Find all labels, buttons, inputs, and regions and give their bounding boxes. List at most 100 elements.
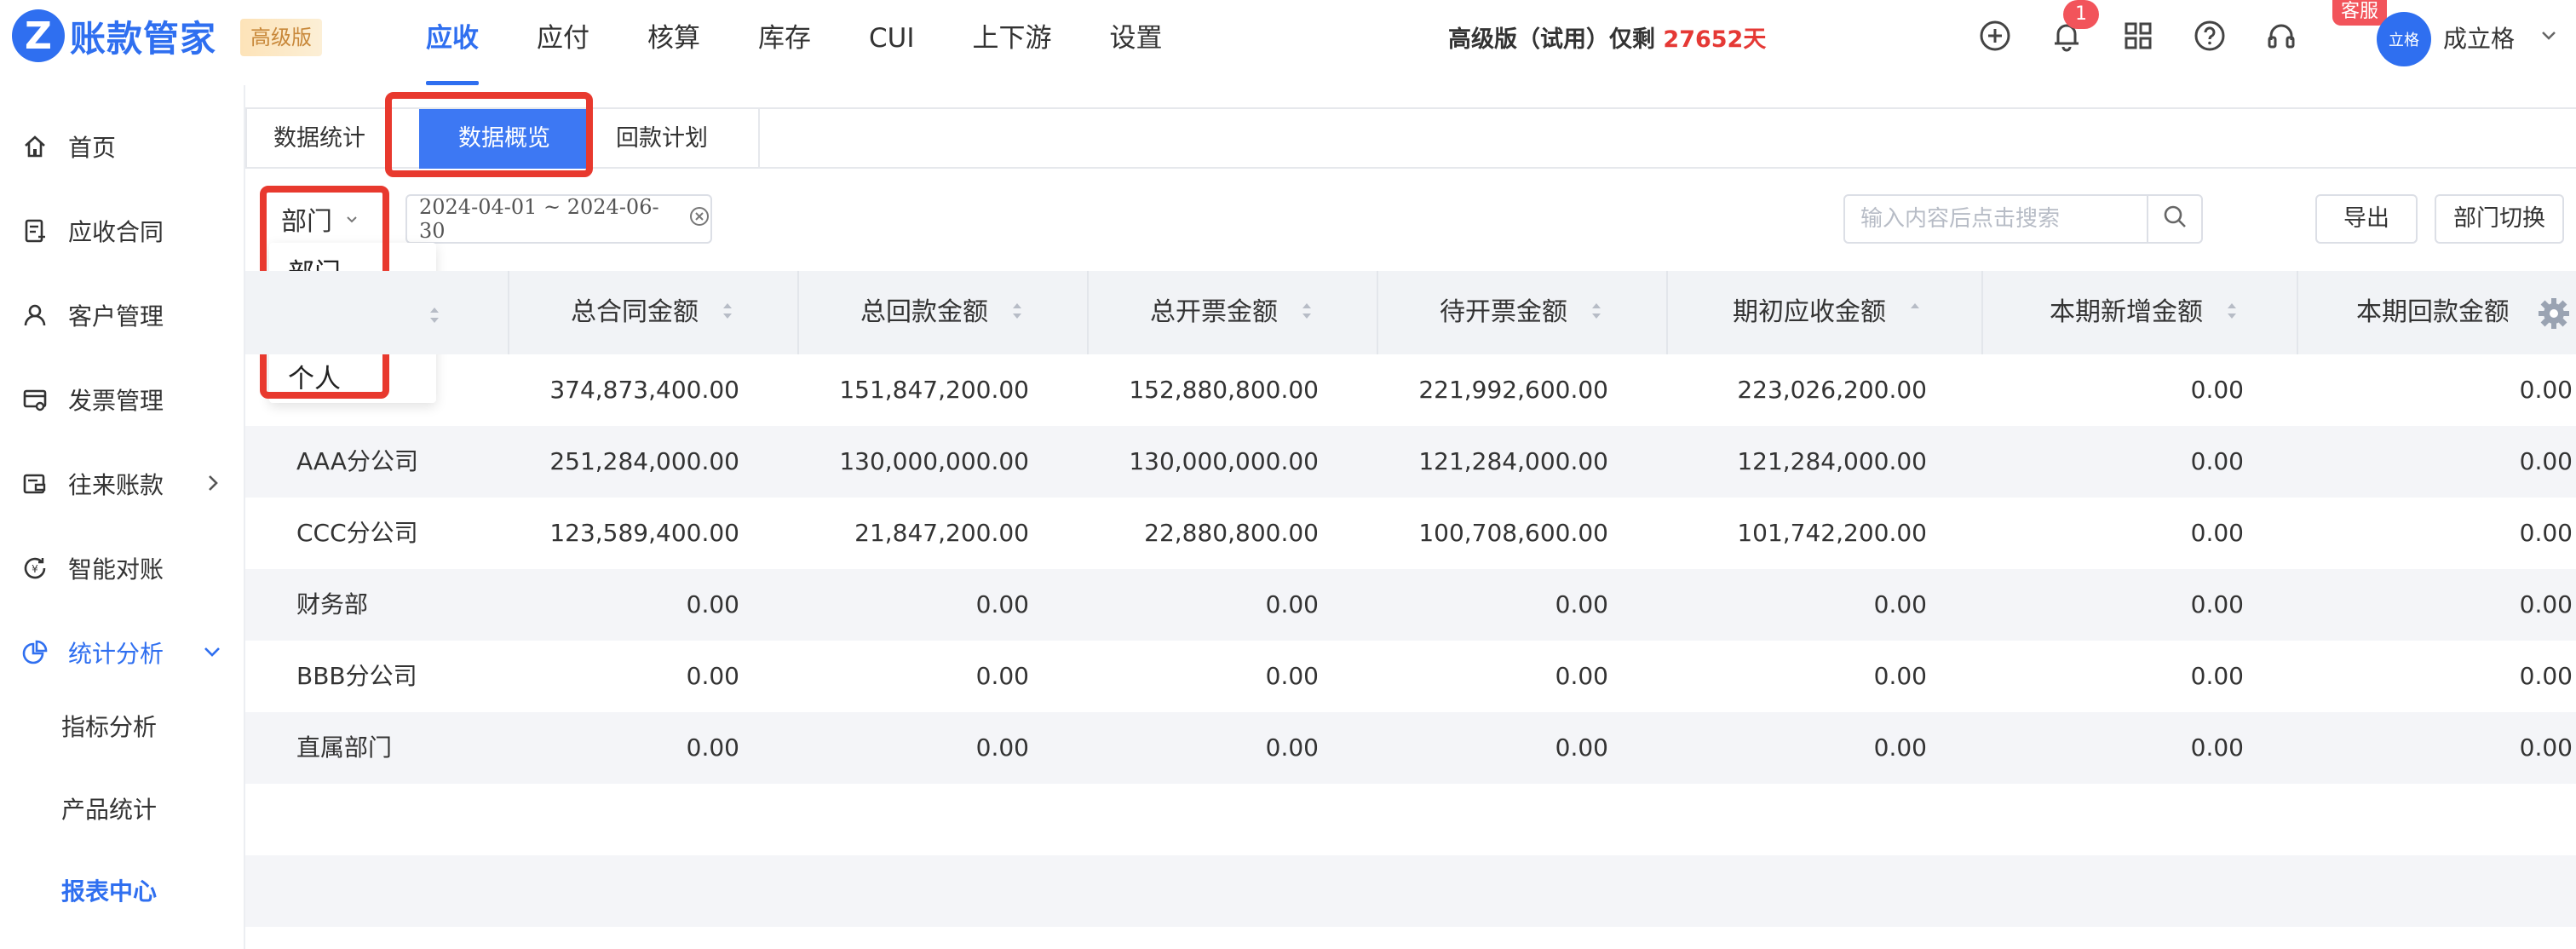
table-cell: 0.00 bbox=[2519, 447, 2573, 475]
sidebar-item-contracts[interactable]: 应收合同 bbox=[0, 197, 245, 265]
table-cell: 123,589,400.00 bbox=[549, 519, 739, 547]
sidebar-subitem-indicators[interactable]: 指标分析 bbox=[61, 702, 157, 753]
column-divider bbox=[2297, 271, 2298, 354]
trial-prefix: 高级版（试用）仅剩 bbox=[1448, 26, 1664, 53]
switch-department-button[interactable]: 部门切换 bbox=[2435, 194, 2564, 244]
export-button[interactable]: 导出 bbox=[2315, 194, 2418, 244]
user-name[interactable]: 成立格 bbox=[2443, 20, 2515, 55]
sidebar-item-label: 应收合同 bbox=[68, 218, 164, 246]
table-cell: 0.00 bbox=[686, 590, 739, 618]
column-header[interactable]: 总回款金额 bbox=[756, 271, 1024, 354]
sidebar: 首页 应收合同 客户管理 发票管理 往来账款 ¥ 智能对账 统计分析 指标分析 … bbox=[0, 85, 245, 949]
sidebar-item-label: 智能对账 bbox=[68, 555, 164, 584]
support-badge[interactable]: 客服 bbox=[2332, 0, 2388, 26]
table-empty-row bbox=[245, 855, 2576, 927]
app-logo[interactable]: Z 账款管家 bbox=[12, 9, 216, 63]
column-header[interactable]: 待开票金额 bbox=[1336, 271, 1603, 354]
table-cell: 223,026,200.00 bbox=[1737, 376, 1927, 404]
column-settings-gear-icon[interactable] bbox=[2537, 296, 2571, 336]
table-cell: 0.00 bbox=[975, 590, 1029, 618]
tab-divider bbox=[758, 109, 760, 169]
sort-icon[interactable] bbox=[1007, 272, 1024, 355]
column-header-label: 待开票金额 bbox=[1440, 297, 1567, 327]
table-cell: 0.00 bbox=[1265, 733, 1319, 762]
column-header-label: 总合同金额 bbox=[571, 297, 699, 327]
sort-icon[interactable] bbox=[717, 272, 734, 355]
chevron-down-icon bbox=[201, 639, 223, 670]
sidebar-item-statistics[interactable]: 统计分析 bbox=[0, 618, 245, 687]
table-cell: 0.00 bbox=[975, 662, 1029, 690]
plus-circle-icon[interactable] bbox=[1975, 15, 2015, 56]
column-header[interactable]: 总合同金额 bbox=[467, 271, 734, 354]
tab-payment-plan[interactable]: 回款计划 bbox=[589, 109, 734, 169]
table-row[interactable]: AAA分公司 251,284,000.00 130,000,000.00 130,00… bbox=[245, 426, 2576, 498]
search-icon bbox=[2162, 204, 2188, 235]
grid-icon[interactable] bbox=[2118, 15, 2159, 56]
headset-icon[interactable] bbox=[2261, 15, 2302, 56]
tab-data-statistics[interactable]: 数据统计 bbox=[247, 109, 392, 169]
chevron-down-icon[interactable] bbox=[2539, 24, 2559, 52]
help-icon[interactable] bbox=[2189, 15, 2230, 56]
sidebar-item-reconcile[interactable]: ¥ 智能对账 bbox=[0, 534, 245, 602]
date-range-picker[interactable]: 2024-04-01 ~ 2024-06-30 bbox=[405, 194, 712, 244]
table-cell: 0.00 bbox=[2190, 447, 2244, 475]
table-cell: 221,992,600.00 bbox=[1418, 376, 1608, 404]
nav-settings[interactable]: 设置 bbox=[1109, 0, 1162, 85]
search-input[interactable] bbox=[1845, 196, 2152, 242]
table-cell: 152,880,800.00 bbox=[1129, 376, 1319, 404]
table-cell: 0.00 bbox=[1555, 662, 1608, 690]
sidebar-item-home[interactable]: 首页 bbox=[0, 112, 245, 181]
table-cell: 0.00 bbox=[1555, 733, 1608, 762]
sort-icon[interactable] bbox=[2222, 272, 2239, 355]
column-header[interactable]: 总开票金额 bbox=[1046, 271, 1314, 354]
clear-icon[interactable] bbox=[688, 205, 710, 233]
nav-payable[interactable]: 应付 bbox=[537, 0, 589, 85]
sidebar-item-label: 发票管理 bbox=[68, 387, 164, 415]
avatar[interactable]: 立格 bbox=[2377, 12, 2431, 66]
table-row[interactable]: BBB分公司 0.00 0.00 0.00 0.00 0.00 0.00 0.00 bbox=[245, 641, 2576, 712]
table-cell: 0.00 bbox=[1873, 590, 1927, 618]
table-row[interactable]: 财务部 0.00 0.00 0.00 0.00 0.00 0.00 0.00 bbox=[245, 569, 2576, 641]
table-cell: 0.00 bbox=[2190, 376, 2244, 404]
table-cell: 130,000,000.00 bbox=[1129, 447, 1319, 475]
table-cell: 0.00 bbox=[2519, 662, 2573, 690]
table-row[interactable]: CCC分公司 123,589,400.00 21,847,200.00 22,880,… bbox=[245, 498, 2576, 569]
nav-accounting[interactable]: 核算 bbox=[647, 0, 700, 85]
sidebar-subitem-products[interactable]: 产品统计 bbox=[61, 785, 157, 836]
main-content: 数据统计 数据概览 回款计划 部门 2024-04-01 ~ 2024-06-3… bbox=[245, 85, 2576, 949]
table-cell: 0.00 bbox=[2190, 519, 2244, 547]
nav-cui[interactable]: CUI bbox=[869, 0, 914, 85]
sort-icon[interactable] bbox=[1586, 272, 1603, 355]
trial-notice: 高级版（试用）仅剩 27652天 bbox=[1448, 20, 1766, 54]
nav-supply-chain[interactable]: 上下游 bbox=[972, 0, 1051, 85]
table-cell: 0.00 bbox=[1265, 662, 1319, 690]
date-range-value: 2024-04-01 ~ 2024-06-30 bbox=[419, 195, 659, 243]
sort-icon[interactable] bbox=[428, 303, 441, 331]
table-cell: 0.00 bbox=[2519, 376, 2573, 404]
sort-icon[interactable] bbox=[1905, 272, 1922, 355]
sidebar-subitem-reports[interactable]: 报表中心 bbox=[61, 866, 157, 917]
table-cell: 121,284,000.00 bbox=[1737, 447, 1927, 475]
column-header[interactable]: 本期回款金额 bbox=[2356, 271, 2508, 354]
table-cell: 374,873,400.00 bbox=[549, 376, 739, 404]
table-row[interactable]: 374,873,400.00 151,847,200.00 152,880,800.… bbox=[245, 354, 2576, 426]
column-header[interactable]: 本期新增金额 bbox=[1971, 271, 2239, 354]
table-cell: 0.00 bbox=[686, 733, 739, 762]
table-cell: 0.00 bbox=[2519, 519, 2573, 547]
pie-chart-icon bbox=[20, 638, 49, 667]
sidebar-item-customers[interactable]: 客户管理 bbox=[0, 281, 245, 349]
nav-inventory[interactable]: 库存 bbox=[758, 0, 811, 85]
user-icon bbox=[20, 301, 49, 330]
sidebar-item-invoices[interactable]: 发票管理 bbox=[0, 365, 245, 434]
column-header-label: 本期新增金额 bbox=[2050, 297, 2203, 327]
bell-icon[interactable]: 1 bbox=[2046, 0, 2099, 56]
reconcile-icon: ¥ bbox=[20, 554, 49, 583]
sidebar-item-ledger[interactable]: 往来账款 bbox=[0, 450, 245, 518]
column-header[interactable]: 期初应收金额 bbox=[1654, 271, 1922, 354]
top-bar: Z 账款管家 高级版 应收 应付 核算 库存 CUI 上下游 设置 高级版（试用… bbox=[0, 0, 2576, 85]
nav-receivable[interactable]: 应收 bbox=[426, 0, 479, 85]
search-button[interactable] bbox=[2147, 196, 2201, 242]
chevron-right-icon bbox=[203, 470, 223, 502]
sort-icon[interactable] bbox=[1297, 272, 1314, 355]
table-row[interactable]: 直属部门 0.00 0.00 0.00 0.00 0.00 0.00 0.00 bbox=[245, 712, 2576, 784]
